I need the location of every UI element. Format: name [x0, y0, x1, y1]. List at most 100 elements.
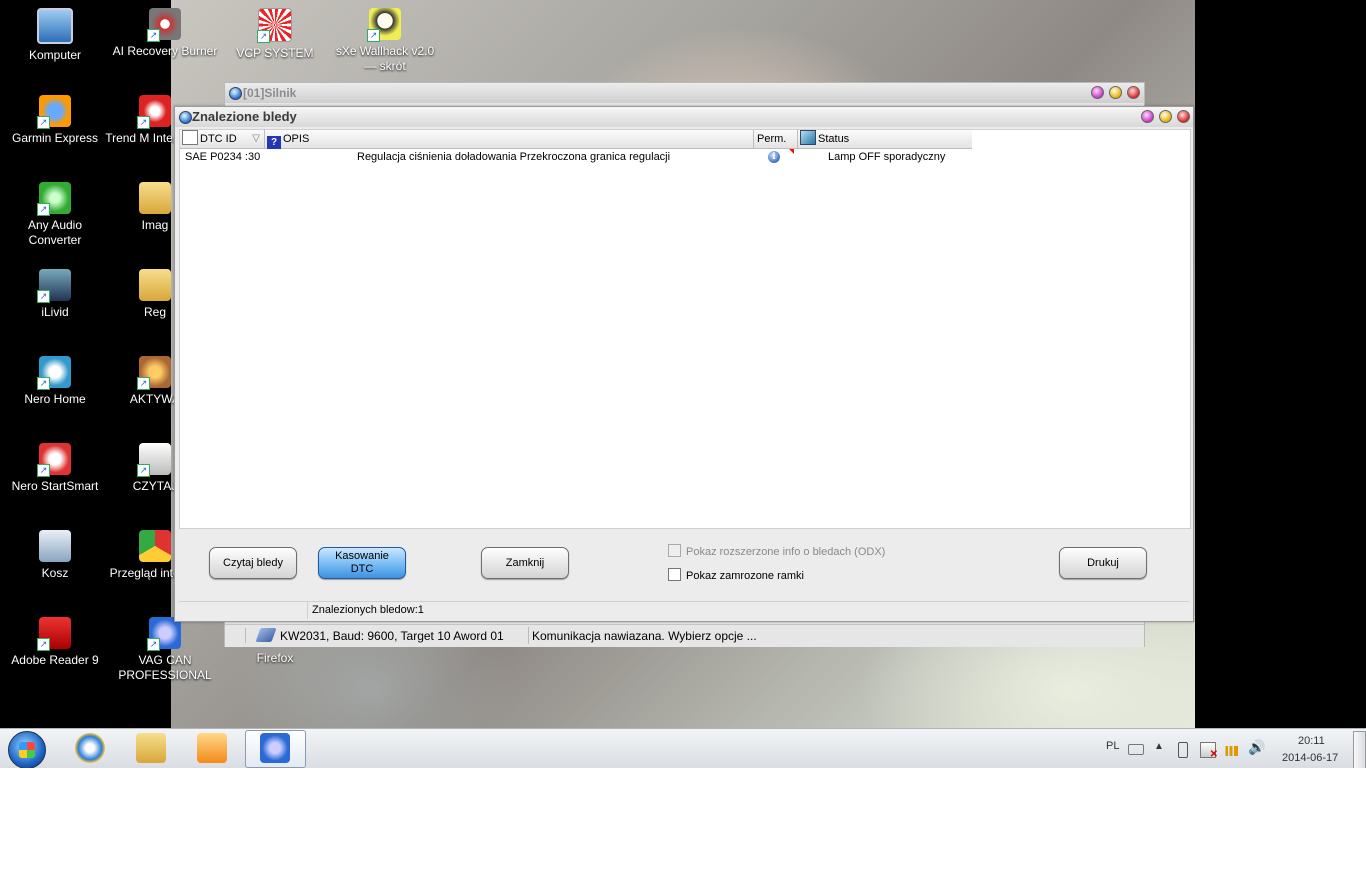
sort-icon: ▽ — [252, 133, 260, 144]
desktop-icon-label: Any Audio Converter — [27, 218, 83, 247]
engine-window-statusbar: KW2031, Baud: 9600, Target 10 Aword 01 K… — [225, 624, 1144, 647]
desktop-icon-ai-recovery-burner[interactable]: ↗ AI Recovery Burner — [110, 8, 220, 59]
start-button[interactable] — [8, 731, 46, 768]
desktop-icon-label: iLivid — [41, 305, 69, 319]
column-header-perm[interactable]: Perm. — [754, 130, 798, 148]
odx-info-checkbox[interactable]: Pokaz rozszerzone info o bledach (ODX) — [668, 544, 885, 559]
dialog-titlebar[interactable]: Znalezione bledy — [175, 107, 1193, 127]
windows-logo-icon — [19, 742, 35, 758]
recycle-bin-icon — [39, 530, 71, 562]
close-window-button[interactable] — [1177, 110, 1190, 123]
checkbox-box[interactable] — [668, 544, 681, 557]
adobe-reader-icon: ↗ — [37, 617, 71, 651]
dtc-id-cell: SAE P0234 :30 — [185, 151, 261, 163]
connection-icon — [255, 628, 277, 642]
column-header-dtc-id[interactable]: DTC ID ▽ — [180, 130, 265, 148]
engine-window-title: [01]Silnik — [243, 86, 297, 100]
desktop-icon-garmin-express[interactable]: ↗ Garmin Express — [0, 95, 110, 146]
desktop-icon-ilivid[interactable]: ↗ iLivid — [0, 269, 110, 320]
desktop-icon-firefox[interactable]: Firefox — [220, 651, 330, 666]
network-signal-icon[interactable] — [1224, 746, 1238, 756]
desktop-icon-sxe-wallhack[interactable]: ↗ sXe Wallhack v2.0 — skrót — [330, 8, 440, 74]
nero-startsmart-icon: ↗ — [37, 443, 71, 477]
desktop-icon-label: Firefox — [256, 651, 294, 665]
show-desktop-button[interactable] — [1353, 731, 1366, 768]
column-header-opis[interactable]: ? OPIS — [265, 130, 754, 149]
close-button[interactable]: Zamknij — [481, 547, 569, 579]
desktop-icon-label: VAG CAN PROFESSIONAL — [118, 653, 212, 682]
desktop-icon-vcp-system[interactable]: ↗ VCP SYSTEM — [220, 8, 330, 61]
ilivid-icon: ↗ — [37, 269, 71, 303]
vag-can-icon — [260, 733, 290, 763]
maximize-button[interactable] — [1159, 110, 1172, 123]
desktop-icon-any-audio-converter[interactable]: ↗ Any Audio Converter — [0, 182, 110, 248]
desktop-icon-nero-home[interactable]: ↗ Nero Home — [0, 356, 110, 407]
error-table: DTC ID ▽ ? OPIS Perm. Status SAE P0234 :3… — [179, 129, 1191, 529]
desktop-icon-vag-can[interactable]: ↗ VAG CAN PROFESSIONAL — [110, 617, 220, 683]
desktop-icon-label: Komputer — [28, 48, 82, 62]
table-header: DTC ID ▽ ? OPIS Perm. Status — [180, 130, 972, 149]
folder-icon — [139, 182, 171, 214]
minimize-button[interactable] — [1141, 110, 1154, 123]
connection-info: KW2031, Baud: 9600, Target 10 Aword 01 — [280, 629, 504, 643]
aktyw-icon: ↗ — [137, 356, 171, 390]
desktop-icon-label: Garmin Express — [11, 131, 99, 145]
desktop-icon-adobe-reader[interactable]: ↗ Adobe Reader 9 — [0, 617, 110, 668]
desktop-icon-kosz[interactable]: Kosz — [0, 530, 110, 581]
computer-icon — [37, 8, 73, 44]
show-hidden-icons-chevron-icon[interactable]: ▲ — [1154, 741, 1164, 752]
internet-explorer-icon[interactable] — [75, 733, 105, 763]
desktop-icon-label: Adobe Reader 9 — [11, 653, 99, 667]
engine-window-titlebar[interactable]: [01]Silnik — [225, 83, 1144, 103]
trend-icon: ↗ — [137, 95, 171, 129]
desktop-icon-nero-startsmart[interactable]: ↗ Nero StartSmart — [0, 443, 110, 494]
clock-date[interactable]: 2014-06-17 — [1282, 752, 1338, 764]
clear-dtc-button[interactable]: Kasowanie DTC — [318, 547, 406, 579]
volume-icon[interactable]: 🔊 — [1248, 739, 1265, 756]
print-button[interactable]: Drukuj — [1059, 547, 1147, 579]
audio-converter-icon: ↗ — [37, 182, 71, 216]
chart-icon — [800, 130, 816, 145]
table-icon — [182, 130, 198, 145]
close-window-button[interactable] — [1127, 86, 1140, 99]
dialog-title: Znalezione bledy — [192, 109, 297, 124]
battery-icon[interactable] — [1178, 742, 1188, 758]
desktop-screen: Komputer ↗ AI Recovery Burner ↗ VCP SYST… — [0, 0, 1366, 768]
window-menu-icon[interactable] — [229, 87, 242, 100]
help-icon: ? — [267, 136, 281, 149]
desktop-icon-label: AI Recovery Burner — [112, 44, 218, 58]
desktop-icon-label: sXe Wallhack v2.0 — skrót — [335, 44, 435, 73]
clock-time[interactable]: 20:11 — [1298, 735, 1325, 747]
vcp-icon: ↗ — [257, 8, 292, 43]
desktop-icon-label: Nero Home — [24, 392, 86, 406]
table-row[interactable]: SAE P0234 :30 Regulacja ciśnienia dołado… — [180, 149, 1188, 165]
description-cell: Regulacja ciśnienia doładowania Przekroc… — [357, 151, 671, 163]
minimize-button[interactable] — [1091, 86, 1104, 99]
maximize-button[interactable] — [1109, 86, 1122, 99]
connection-status-message: Komunikacja nawiazana. Wybierz opcje ... — [532, 629, 757, 643]
checkbox-box[interactable] — [668, 568, 681, 581]
taskbar-vag-can-button[interactable] — [245, 730, 306, 768]
found-errors-dialog: Znalezione bledy DTC ID ▽ ? OPIS Perm. St… — [174, 106, 1194, 622]
dialog-statusbar: Znalezionych bledow:1 — [179, 601, 1189, 619]
desktop-icon-komputer[interactable]: Komputer — [0, 8, 110, 63]
media-player-icon[interactable] — [197, 733, 227, 763]
status-cell: Lamp OFF sporadyczny — [828, 151, 946, 163]
read-errors-button[interactable]: Czytaj bledy — [209, 547, 297, 579]
column-header-status[interactable]: Status — [798, 130, 972, 148]
burner-icon: ↗ — [147, 8, 181, 42]
freeze-frames-checkbox[interactable]: Pokaz zamrozone ramki — [668, 568, 804, 583]
language-indicator[interactable]: PL — [1106, 740, 1119, 752]
info-icon[interactable]: i — [768, 151, 780, 163]
chrome-icon — [139, 530, 171, 562]
file-explorer-icon[interactable] — [136, 733, 166, 763]
desktop-icon-label: VCP SYSTEM — [236, 46, 314, 60]
keyboard-icon[interactable] — [1128, 744, 1144, 755]
action-center-icon[interactable]: ✕ — [1200, 742, 1218, 760]
document-icon: ↗ — [137, 443, 171, 477]
comment-marker — [789, 149, 794, 154]
skull-icon: ↗ — [367, 8, 401, 42]
desktop-icon-label: Nero StartSmart — [11, 479, 99, 493]
folder-icon — [139, 269, 171, 301]
window-menu-icon[interactable] — [179, 111, 192, 124]
